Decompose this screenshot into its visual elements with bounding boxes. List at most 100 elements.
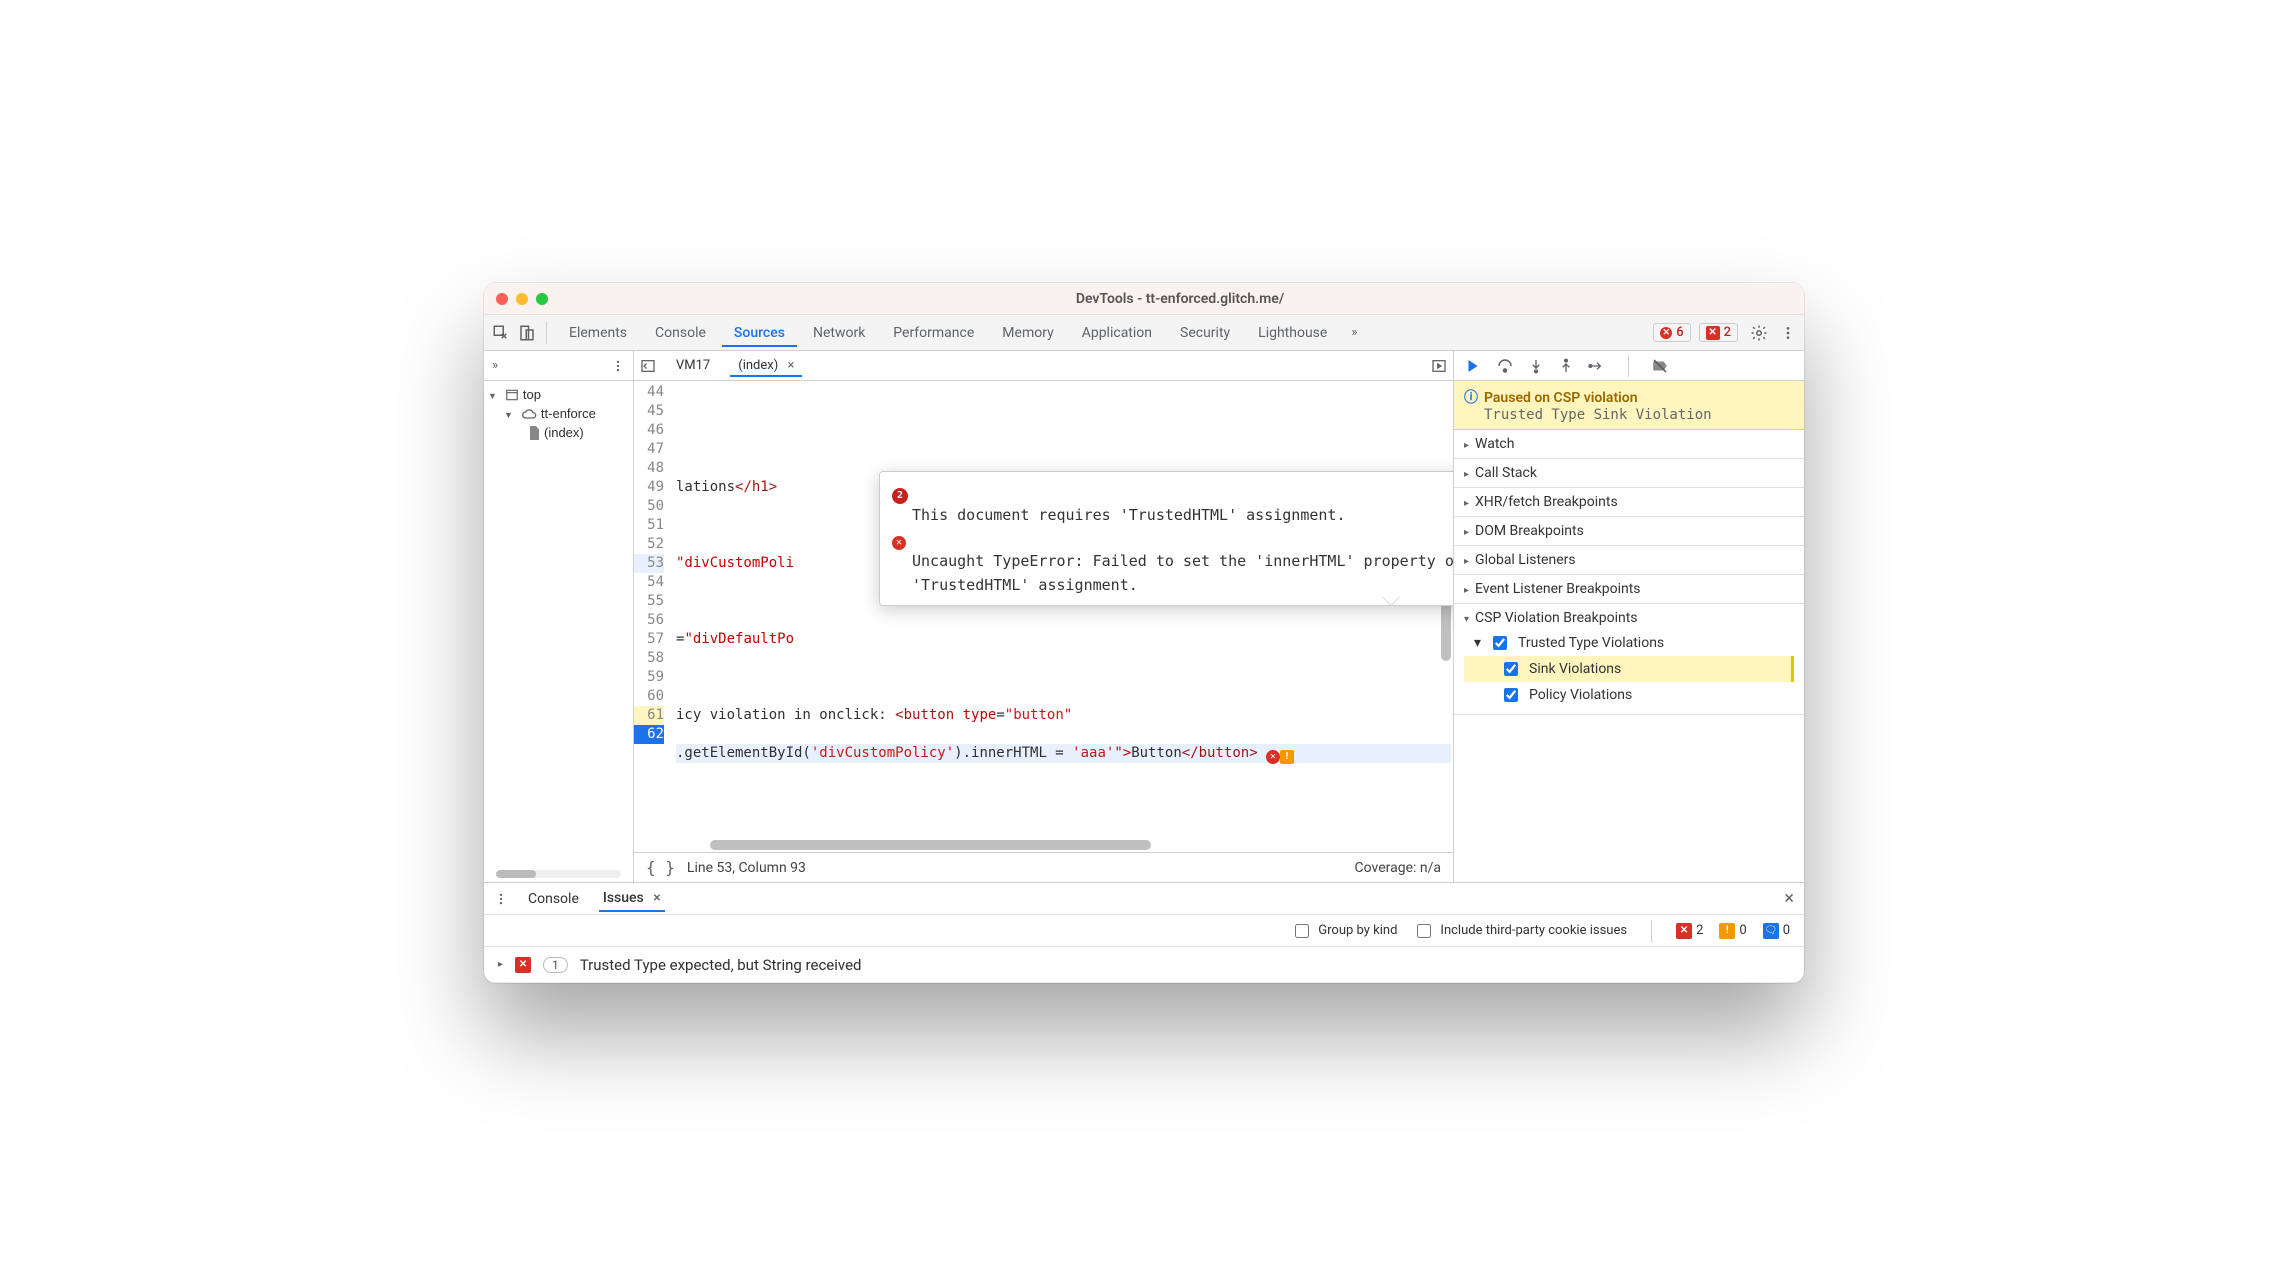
expand-icon <box>504 406 517 421</box>
close-tab-icon[interactable]: × <box>653 890 660 906</box>
tab-console[interactable]: Console <box>643 319 718 347</box>
debugger-pane: ⓘPaused on CSP violation Trusted Type Si… <box>1454 351 1804 882</box>
navigator-scroll[interactable] <box>496 870 621 878</box>
close-window-button[interactable] <box>496 293 508 305</box>
inspect-element-icon[interactable] <box>492 324 510 342</box>
tree-top[interactable]: top <box>484 385 633 404</box>
more-options-icon[interactable] <box>1780 325 1796 341</box>
tab-network[interactable]: Network <box>801 319 877 347</box>
section-evt[interactable]: Event Listener Breakpoints <box>1454 575 1804 604</box>
close-tab-icon[interactable]: × <box>787 358 794 373</box>
run-snippet-icon[interactable] <box>1431 358 1447 374</box>
section-callstack[interactable]: Call Stack <box>1454 459 1804 488</box>
tooltip-msg-2: Uncaught TypeError: Failed to set the 'i… <box>912 550 1453 597</box>
paused-subtitle: Trusted Type Sink Violation <box>1484 407 1794 423</box>
minimize-window-button[interactable] <box>516 293 528 305</box>
device-toolbar-icon[interactable] <box>518 324 536 342</box>
tree-origin-label: tt-enforce <box>541 406 596 421</box>
violation-count-badge[interactable]: ✕ 2 <box>1699 323 1738 342</box>
zoom-window-button[interactable] <box>536 293 548 305</box>
section-watch[interactable]: Watch <box>1454 430 1804 459</box>
navigator-menu-icon[interactable] <box>611 359 625 373</box>
window-titlebar: DevTools - tt-enforced.glitch.me/ <box>484 283 1804 315</box>
tab-sources[interactable]: Sources <box>722 319 797 347</box>
scroll-thumb[interactable] <box>496 870 536 878</box>
csp-item-sink[interactable]: Sink Violations <box>1464 656 1794 682</box>
more-tabs-icon[interactable]: » <box>492 358 498 373</box>
section-xhr[interactable]: XHR/fetch Breakpoints <box>1454 488 1804 517</box>
drawer-tab-issues-label: Issues <box>603 890 644 906</box>
section-global[interactable]: Global Listeners <box>1454 546 1804 575</box>
csp-item-tt[interactable]: ▾ Trusted Type Violations <box>1464 630 1794 656</box>
issue-text: Trusted Type expected, but String receiv… <box>580 956 862 974</box>
drawer-tab-console[interactable]: Console <box>524 887 583 911</box>
warning-icon[interactable]: ! <box>1280 750 1294 764</box>
error-icon: ✕ <box>515 957 531 973</box>
issue-warn-count: !0 <box>1719 923 1746 939</box>
drawer-menu-icon[interactable] <box>494 892 508 906</box>
editor-body[interactable]: 444546474849505152 5354555657585960 6162… <box>634 381 1453 852</box>
csp-tt-checkbox[interactable] <box>1493 636 1507 650</box>
drawer-tab-issues[interactable]: Issues × <box>599 886 665 912</box>
paused-banner: ⓘPaused on CSP violation Trusted Type Si… <box>1454 381 1804 430</box>
editor-scroll-v[interactable] <box>1439 381 1453 838</box>
warning-icon: ! <box>1719 923 1735 939</box>
drawer-filter-bar: Group by kind Include third-party cookie… <box>484 915 1804 947</box>
divider <box>1628 355 1629 377</box>
settings-gear-icon[interactable] <box>1750 324 1768 342</box>
panel-tabs: Elements Console Sources Network Perform… <box>557 319 1365 347</box>
divider <box>1651 920 1652 942</box>
csp-policy-checkbox[interactable] <box>1504 688 1518 702</box>
third-party-toggle[interactable]: Include third-party cookie issues <box>1413 921 1627 941</box>
pretty-print-icon[interactable]: { } <box>646 858 675 877</box>
editor-pane: VM17 (index) × 444546474849505152 535455… <box>634 351 1454 882</box>
tab-lighthouse[interactable]: Lighthouse <box>1246 319 1339 347</box>
info-icon: ⓘ <box>1464 390 1478 406</box>
group-by-kind-checkbox[interactable] <box>1295 924 1309 938</box>
editor-scroll-h[interactable] <box>710 838 1445 852</box>
group-by-kind-toggle[interactable]: Group by kind <box>1291 921 1397 941</box>
resume-icon[interactable] <box>1464 357 1482 375</box>
tree-file[interactable]: (index) <box>484 423 633 442</box>
tab-performance[interactable]: Performance <box>881 319 986 347</box>
expand-icon <box>488 387 501 402</box>
issue-count-pill: 1 <box>543 957 568 973</box>
tab-memory[interactable]: Memory <box>990 319 1065 347</box>
more-tabs-icon[interactable]: » <box>1343 319 1365 347</box>
navigate-history-icon[interactable] <box>640 358 656 374</box>
window-title: DevTools - tt-enforced.glitch.me/ <box>568 291 1792 307</box>
file-tree[interactable]: top tt-enforce (index) <box>484 381 633 882</box>
error-count-badge[interactable]: ✕ 6 <box>1653 323 1690 342</box>
issue-row[interactable]: ✕ 1 Trusted Type expected, but String re… <box>484 947 1804 983</box>
tab-elements[interactable]: Elements <box>557 319 639 347</box>
navigator-pane: » top tt-enforce (index) <box>484 351 634 882</box>
editor-status-bar: { } Line 53, Column 93 Coverage: n/a <box>634 852 1453 882</box>
tab-application[interactable]: Application <box>1070 319 1164 347</box>
scroll-thumb[interactable] <box>710 840 1151 850</box>
section-dom[interactable]: DOM Breakpoints <box>1454 517 1804 546</box>
deactivate-breakpoints-icon[interactable] <box>1651 357 1669 375</box>
cloud-icon <box>521 408 537 420</box>
step-into-icon[interactable] <box>1528 358 1544 374</box>
csp-sink-checkbox[interactable] <box>1504 662 1518 676</box>
step-icon[interactable] <box>1588 358 1606 374</box>
violation-icon: ✕ <box>1706 326 1720 340</box>
editor-tab-vm17[interactable]: VM17 <box>668 354 718 377</box>
csp-item-policy[interactable]: Policy Violations <box>1464 682 1794 708</box>
sources-panel: » top tt-enforce (index) <box>484 351 1804 882</box>
editor-tab-index[interactable]: (index) × <box>730 354 802 377</box>
editor-tab-index-label: (index) <box>738 358 778 373</box>
close-drawer-icon[interactable]: × <box>1784 888 1794 909</box>
tree-top-label: top <box>523 387 541 402</box>
error-icon[interactable]: ✕ <box>1266 750 1280 764</box>
violation-count: 2 <box>1724 325 1731 340</box>
tree-origin[interactable]: tt-enforce <box>484 404 633 423</box>
code-area[interactable]: lations</h1> "divCustomPoli ="divDefault… <box>672 381 1453 852</box>
step-over-icon[interactable] <box>1496 357 1514 375</box>
error-tooltip: 2 This document requires 'TrustedHTML' a… <box>879 471 1453 606</box>
third-party-checkbox[interactable] <box>1417 924 1431 938</box>
step-out-icon[interactable] <box>1558 358 1574 374</box>
devtools-toolbar: Elements Console Sources Network Perform… <box>484 315 1804 351</box>
tab-security[interactable]: Security <box>1168 319 1242 347</box>
section-csp[interactable]: CSP Violation Breakpoints ▾ Trusted Type… <box>1454 604 1804 715</box>
